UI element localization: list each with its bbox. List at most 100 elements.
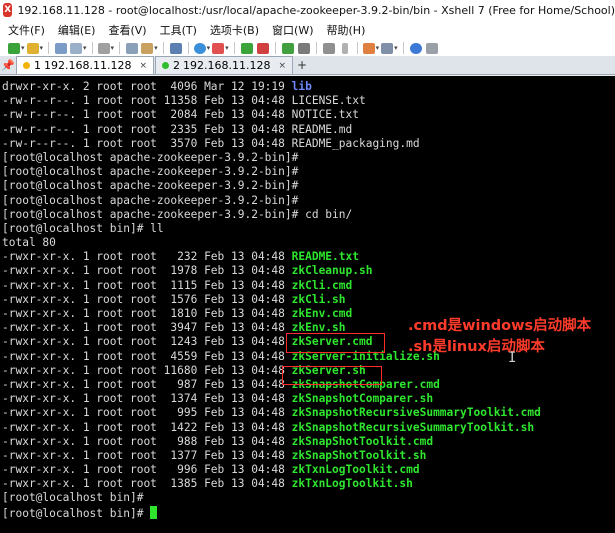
- session-tab-bar: 📌 1 192.168.11.128 × 2 192.168.11.128 × …: [0, 56, 615, 75]
- terminal-line-text: -rwxr-xr-x. 1 root root 11680 Feb 13 04:…: [2, 363, 292, 377]
- terminal-line: -rwxr-xr-x. 1 root root 995 Feb 13 04:48…: [2, 406, 541, 420]
- color-scheme-button[interactable]: [212, 41, 229, 55]
- tunnel-button[interactable]: [256, 41, 270, 55]
- properties-icon: [97, 42, 110, 54]
- fullscreen-icon: [281, 42, 294, 54]
- terminal-line: -rwxr-xr-x. 1 root root 987 Feb 13 04:48…: [2, 378, 541, 392]
- terminal-line-text: -rwxr-xr-x. 1 root root 1115 Feb 13 04:4…: [2, 278, 292, 292]
- palette-icon: [212, 42, 225, 54]
- terminal-line-text: [root@localhost apache-zookeeper-3.9.2-b…: [2, 165, 299, 179]
- terminal-line: -rwxr-xr-x. 1 root root 11680 Feb 13 04:…: [2, 364, 541, 378]
- terminal-line: -rwxr-xr-x. 1 root root 232 Feb 13 04:48…: [2, 250, 541, 264]
- toolbar-divider: [119, 42, 121, 54]
- menu-edit[interactable]: 编辑(E): [58, 22, 96, 38]
- file-name: README_packaging.md: [291, 136, 420, 150]
- terminal-line-text: [root@localhost apache-zookeeper-3.9.2-b…: [2, 193, 299, 207]
- menu-file[interactable]: 文件(F): [8, 22, 45, 38]
- terminal-line-text: -rw-r--r--. 1 root root 2084 Feb 13 04:4…: [2, 108, 292, 122]
- help-button[interactable]: [409, 41, 423, 55]
- terminal-line-text: -rw-r--r--. 1 root root 3570 Feb 13 04:4…: [2, 136, 292, 150]
- menu-tabs[interactable]: 选项卡(B): [210, 22, 259, 38]
- menu-window[interactable]: 窗口(W): [272, 22, 313, 38]
- terminal-pane[interactable]: drwxr-xr-x. 2 root root 4096 Mar 12 19:1…: [0, 76, 615, 533]
- session-tab-2[interactable]: 2 192.168.11.128 ×: [155, 56, 294, 74]
- menu-help[interactable]: 帮助(H): [327, 22, 366, 38]
- properties-button[interactable]: [97, 41, 115, 55]
- terminal-line-text: -rwxr-xr-x. 1 root root 232 Feb 13 04:48: [2, 250, 292, 264]
- lock-button[interactable]: [297, 41, 311, 55]
- terminal-line-text: -rw-r--r--. 1 root root 2335 Feb 13 04:4…: [2, 122, 292, 136]
- close-icon[interactable]: ×: [139, 61, 147, 71]
- terminal-line-text: [root@localhost apache-zookeeper-3.9.2-b…: [2, 207, 353, 221]
- terminal-line: -rw-r--r--. 1 root root 2335 Feb 13 04:4…: [2, 123, 541, 137]
- paste-button[interactable]: [141, 41, 158, 55]
- terminal-line: [root@localhost apache-zookeeper-3.9.2-b…: [2, 208, 541, 222]
- window-title: 192.168.11.128 - root@localhost:/usr/loc…: [17, 3, 615, 17]
- tab-number: 2: [173, 59, 181, 72]
- fullscreen-button[interactable]: [281, 41, 295, 55]
- close-icon[interactable]: ×: [279, 61, 287, 71]
- terminal-line-text: -rwxr-xr-x. 1 root root 1377 Feb 13 04:4…: [2, 448, 292, 462]
- terminal-line-text: -rwxr-xr-x. 1 root root 1810 Feb 13 04:4…: [2, 307, 292, 320]
- file-name: zkSnapshotRecursiveSummaryToolkit.cmd: [291, 406, 541, 420]
- toolbar-divider: [91, 42, 93, 54]
- terminal-line-text: -rwxr-xr-x. 1 root root 1576 Feb 13 04:4…: [2, 292, 292, 306]
- terminal-line-text: drwxr-xr-x. 2 root root 4096 Mar 12 19:1…: [2, 80, 292, 93]
- terminal-line-text: [root@localhost apache-zookeeper-3.9.2-b…: [2, 179, 299, 193]
- terminal-line: [root@localhost apache-zookeeper-3.9.2-b…: [2, 165, 541, 179]
- paste-icon: [141, 42, 154, 54]
- toolbar-divider: [233, 42, 235, 54]
- toolbar-divider: [274, 42, 276, 54]
- terminal-line-text: -rwxr-xr-x. 1 root root 1243 Feb 13 04:4…: [2, 335, 292, 349]
- help-icon: [409, 42, 422, 54]
- keyboard-icon: [322, 42, 335, 54]
- terminal-line: -rwxr-xr-x. 1 root root 1377 Feb 13 04:4…: [2, 449, 541, 463]
- new-session-button[interactable]: [8, 41, 25, 55]
- find-button[interactable]: [169, 41, 183, 55]
- file-name: zkCleanup.sh: [291, 264, 373, 278]
- add-tab-button[interactable]: +: [294, 56, 310, 74]
- lock-icon: [297, 42, 310, 54]
- terminal-line-text: [root@localhost bin]#: [2, 506, 151, 520]
- highlight-box-zkserver-cmd: [286, 333, 385, 353]
- layout-button[interactable]: [381, 41, 398, 55]
- toolbar: [0, 40, 615, 56]
- pin-icon[interactable]: 📌: [0, 56, 16, 74]
- toolbar-divider: [356, 42, 358, 54]
- xshell-logo-icon: X: [3, 3, 13, 17]
- status-dot-icon: [23, 62, 30, 69]
- pencil-icon: [341, 42, 348, 54]
- terminal-line-text: -rwxr-xr-x. 1 root root 995 Feb 13 04:48: [2, 406, 292, 420]
- terminal-line-text: -rwxr-xr-x. 1 root root 1978 Feb 13 04:4…: [2, 264, 292, 278]
- tab-label: 192.168.11.128: [183, 59, 271, 72]
- copy-button[interactable]: [125, 41, 139, 55]
- reconnect-button[interactable]: [70, 41, 87, 55]
- terminal-line: -rwxr-xr-x. 1 root root 1374 Feb 13 04:4…: [2, 392, 541, 406]
- globe-button[interactable]: [193, 41, 211, 55]
- toolbar-divider: [187, 42, 189, 54]
- open-button[interactable]: [26, 41, 44, 55]
- toolbar-divider: [315, 42, 317, 54]
- terminal-line: -rwxr-xr-x. 1 root root 1978 Feb 13 04:4…: [2, 264, 541, 278]
- file-name: zkEnv.cmd: [291, 307, 353, 320]
- terminal-line-text: total 80: [2, 236, 56, 250]
- file-name: zkSnapshotComparer.sh: [291, 392, 434, 406]
- xftp-button[interactable]: [240, 41, 254, 55]
- session-tab-1[interactable]: 1 192.168.11.128 ×: [16, 56, 155, 74]
- terminal-line: -rw-r--r--. 1 root root 2084 Feb 13 04:4…: [2, 108, 541, 122]
- highlight-box-zkserver-sh: [282, 366, 382, 385]
- connect-button[interactable]: [54, 41, 68, 55]
- file-name: zkCli.cmd: [291, 278, 353, 292]
- file-name: NOTICE.txt: [291, 108, 359, 122]
- terminal-line: -rwxr-xr-x. 1 root root 1576 Feb 13 04:4…: [2, 293, 541, 307]
- chat-button[interactable]: [425, 41, 439, 55]
- menu-tools[interactable]: 工具(T): [160, 22, 197, 38]
- file-name: lib: [291, 80, 312, 93]
- terminal-line: -rw-r--r--. 1 root root 11358 Feb 13 04:…: [2, 94, 541, 108]
- compose-button[interactable]: [338, 41, 352, 55]
- file-name: zkTxnLogToolkit.sh: [291, 477, 413, 491]
- keyboard-button[interactable]: [322, 41, 336, 55]
- status-dot-icon: [162, 62, 170, 69]
- menu-view[interactable]: 查看(V): [108, 22, 146, 38]
- script-button[interactable]: [362, 41, 380, 55]
